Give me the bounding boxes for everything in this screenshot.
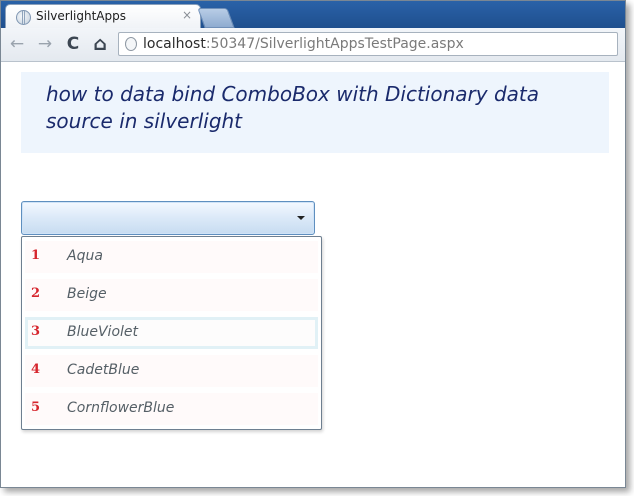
browser-toolbar: ← → C ⌂ localhost:50347/SilverlightAppsT… (1, 28, 625, 62)
back-arrow-icon[interactable]: ← (7, 34, 27, 54)
combobox-option-beige[interactable]: 2 Beige (25, 279, 318, 311)
option-key: 3 (31, 324, 41, 339)
combobox-option-cornflowerblue[interactable]: 5 CornflowerBlue (25, 393, 318, 425)
option-key: 4 (31, 362, 41, 377)
browser-tab[interactable]: SilverlightApps × (5, 4, 201, 28)
page-heading: how to data bind ComboBox with Dictionar… (46, 82, 539, 133)
option-value: BlueViolet (67, 324, 139, 340)
address-bar[interactable]: localhost:50347/SilverlightAppsTestPage.… (118, 32, 618, 56)
browser-window: SilverlightApps × ← → C ⌂ localhost:5034… (0, 0, 626, 488)
close-tab-icon[interactable]: × (182, 8, 192, 22)
page-icon (125, 37, 137, 51)
new-tab-button[interactable] (197, 8, 235, 28)
reload-icon[interactable]: C (63, 34, 83, 54)
globe-icon (16, 10, 31, 25)
home-icon[interactable]: ⌂ (90, 34, 110, 54)
combobox-option-blueviolet[interactable]: 3 BlueViolet (25, 317, 318, 349)
combobox-option-cadetblue[interactable]: 4 CadetBlue (25, 355, 318, 387)
page-content: how to data bind ComboBox with Dictionar… (1, 62, 625, 487)
option-key: 5 (31, 400, 41, 415)
option-value: Beige (67, 286, 107, 302)
forward-arrow-icon[interactable]: → (35, 34, 55, 54)
tab-strip: SilverlightApps × (1, 1, 625, 28)
color-combobox[interactable] (21, 201, 315, 235)
combobox-dropdown-list: 1 Aqua 2 Beige 3 BlueViolet 4 CadetBlue … (21, 236, 322, 430)
option-key: 2 (31, 286, 41, 301)
option-key: 1 (31, 248, 41, 263)
url-text: localhost:50347/SilverlightAppsTestPage.… (143, 36, 464, 52)
option-value: CadetBlue (67, 362, 140, 378)
heading-panel: how to data bind ComboBox with Dictionar… (21, 72, 609, 153)
url-host: localhost (143, 36, 206, 52)
option-value: Aqua (67, 248, 103, 264)
option-value: CornflowerBlue (67, 400, 175, 416)
combobox-option-aqua[interactable]: 1 Aqua (25, 241, 318, 273)
url-path: :50347/SilverlightAppsTestPage.aspx (205, 36, 464, 52)
tab-title: SilverlightApps (36, 9, 126, 23)
chevron-down-icon[interactable] (297, 216, 305, 220)
